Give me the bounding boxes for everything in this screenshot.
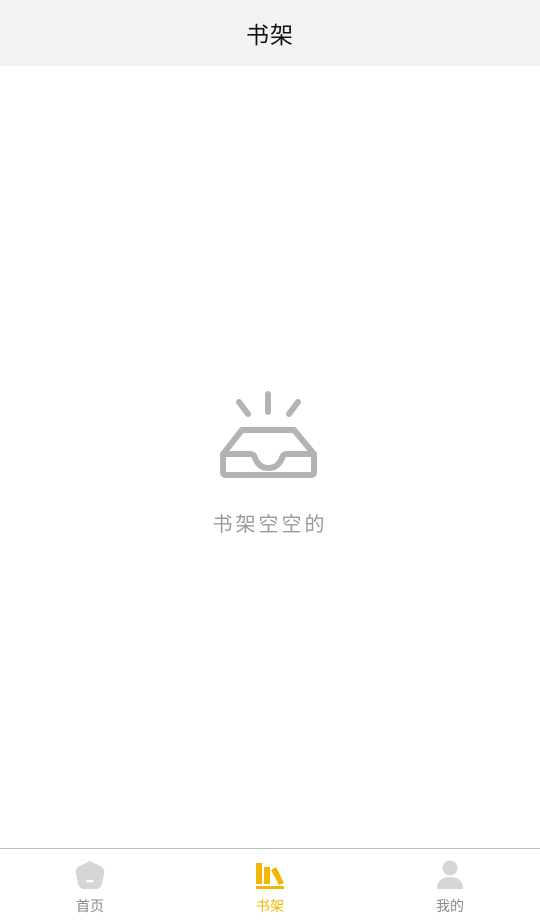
tab-home-label: 首页 (76, 899, 104, 915)
page-title: 书架 (246, 23, 294, 49)
top-bar: 书架 (0, 0, 540, 66)
tab-profile-label: 我的 (436, 899, 464, 915)
tab-home[interactable]: 首页 (0, 849, 180, 924)
empty-state: 书架空空的 (0, 388, 540, 537)
tab-bookshelf[interactable]: 书架 (180, 849, 360, 924)
user-icon (437, 860, 463, 889)
tab-bookshelf-label: 书架 (256, 899, 284, 915)
bottom-tab-bar: 首页 书架 我的 (0, 848, 540, 924)
home-icon (75, 861, 105, 889)
empty-message: 书架空空的 (212, 512, 328, 536)
tab-profile[interactable]: 我的 (360, 849, 540, 924)
app-screen: 书架 书架空空的 首页 书架 我的 (0, 0, 540, 924)
empty-inbox-icon (220, 391, 317, 478)
bookshelf-icon (256, 863, 284, 889)
